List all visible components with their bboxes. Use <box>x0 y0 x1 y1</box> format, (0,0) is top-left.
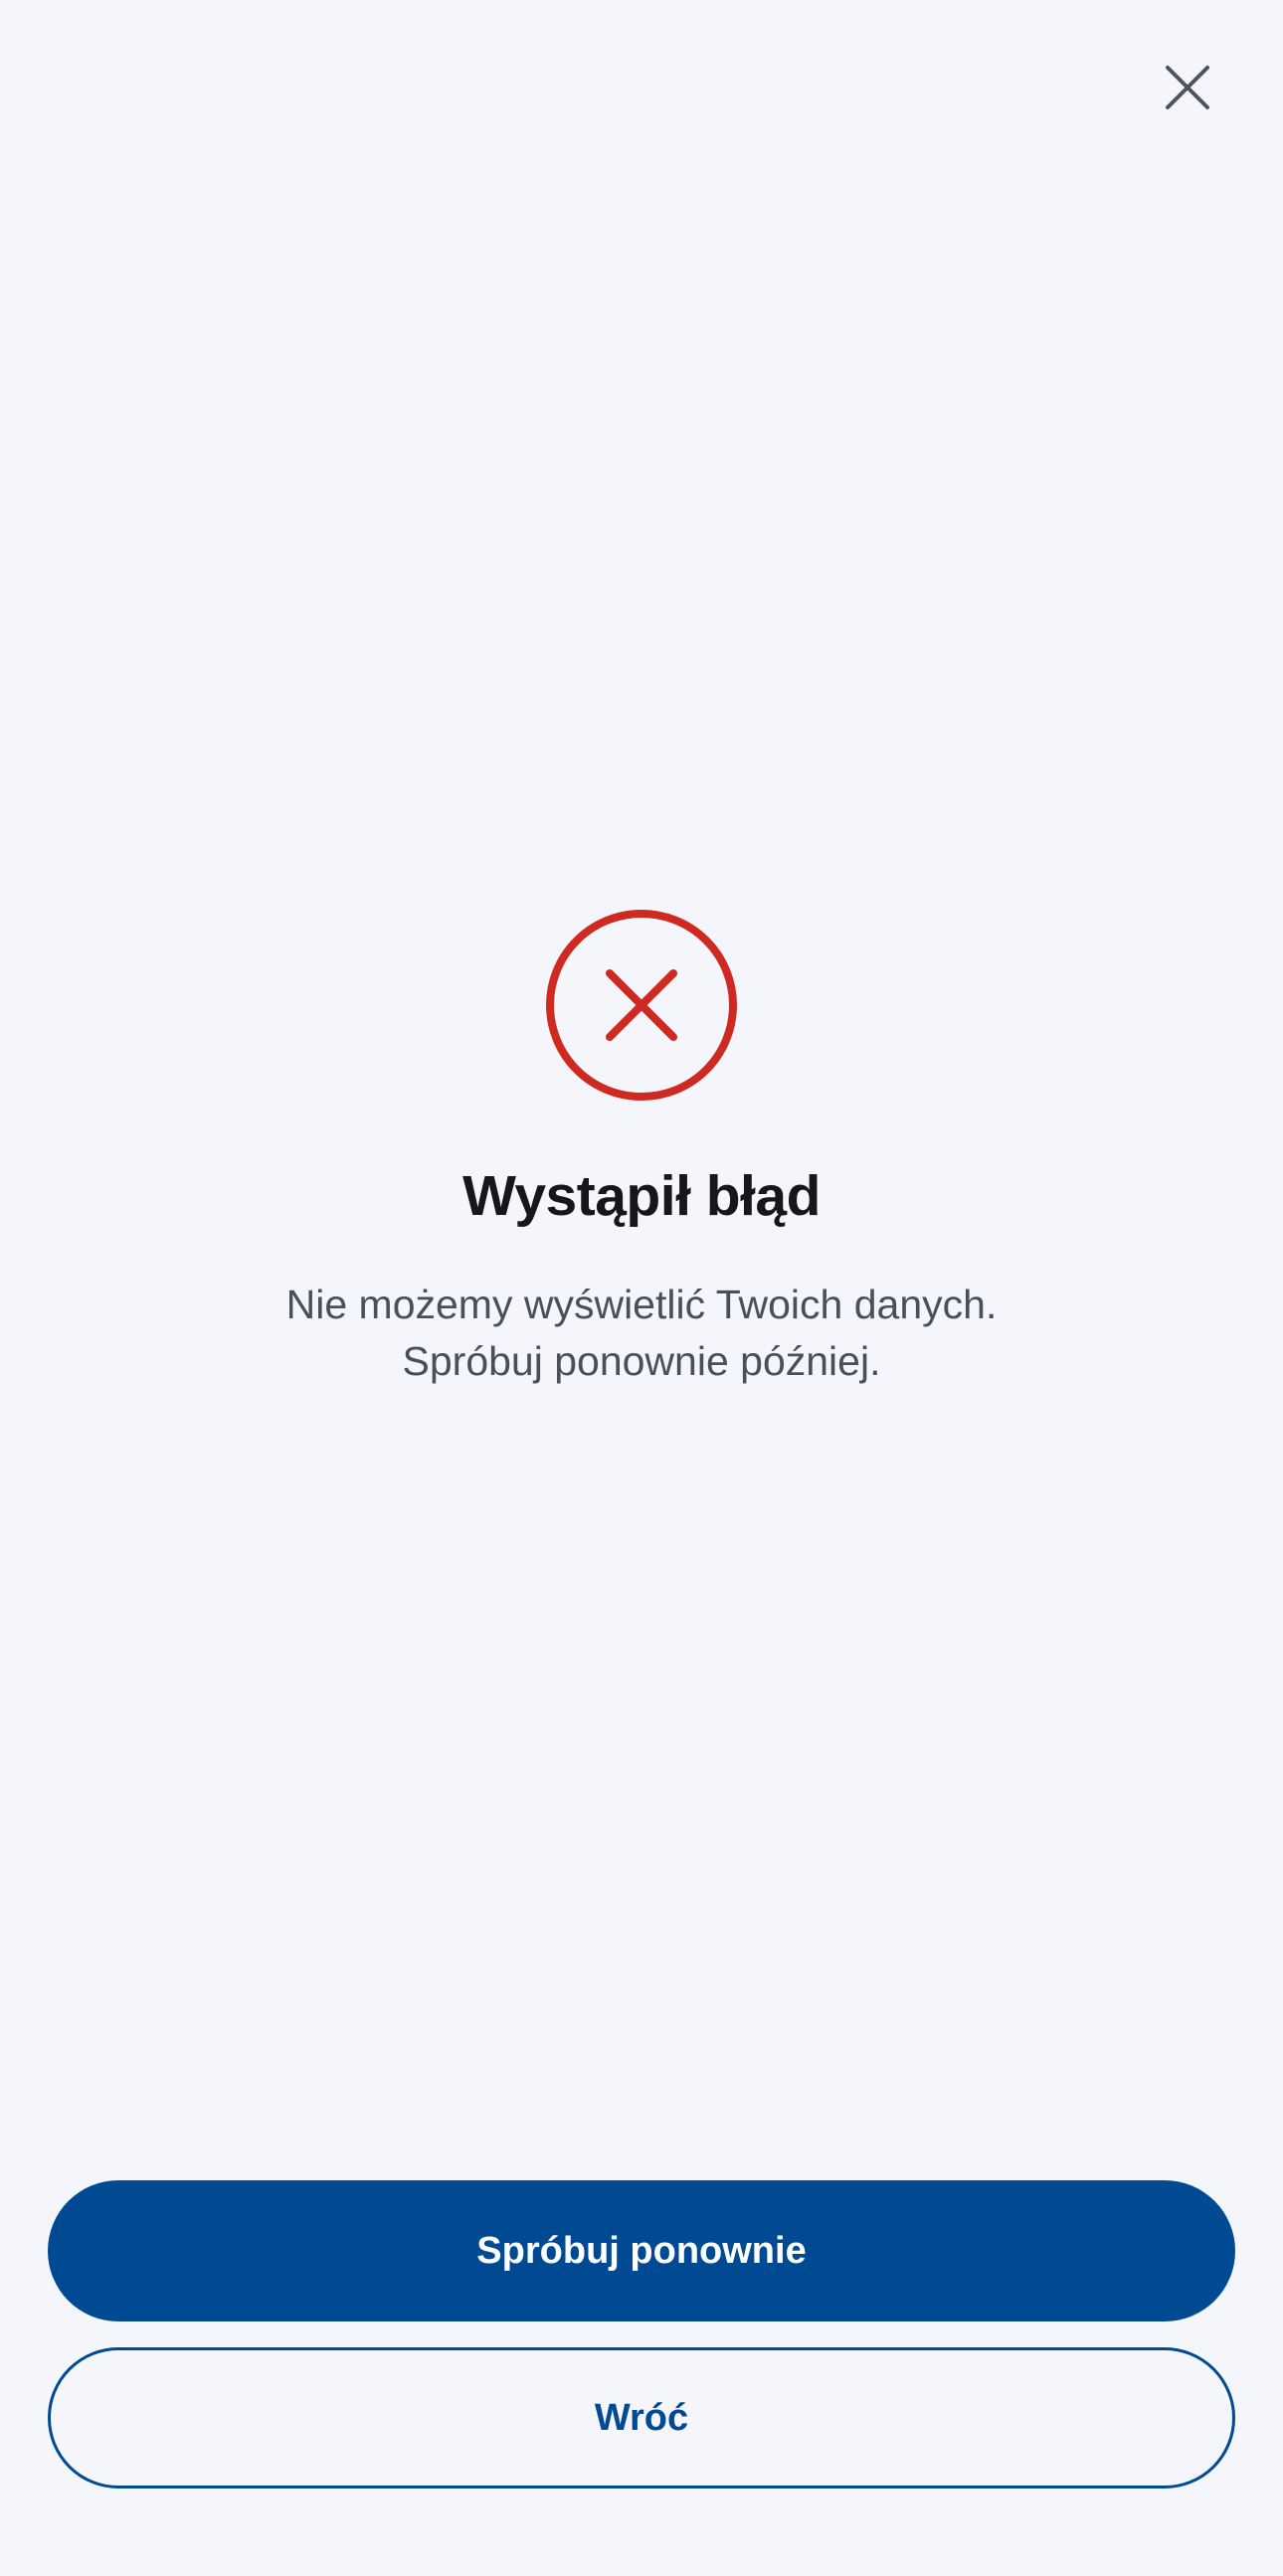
error-circle-x-icon <box>546 910 737 1101</box>
error-state: Wystąpił błąd Nie możemy wyświetlić Twoi… <box>0 909 1283 1390</box>
close-icon <box>1166 66 1209 109</box>
error-message-line-2: Spróbuj ponownie później. <box>402 1338 881 1384</box>
back-button[interactable]: Wróć <box>48 2347 1235 2489</box>
error-message-line-1: Nie możemy wyświetlić Twoich danych. <box>285 1282 998 1327</box>
close-button[interactable] <box>1160 60 1215 115</box>
back-button-label: Wróć <box>594 2396 689 2439</box>
retry-button[interactable]: Spróbuj ponownie <box>48 2180 1235 2321</box>
retry-button-label: Spróbuj ponownie <box>476 2229 807 2272</box>
error-title: Wystąpił błąd <box>462 1164 821 1228</box>
error-message: Nie możemy wyświetlić Twoich danych. Spr… <box>144 1277 1139 1390</box>
